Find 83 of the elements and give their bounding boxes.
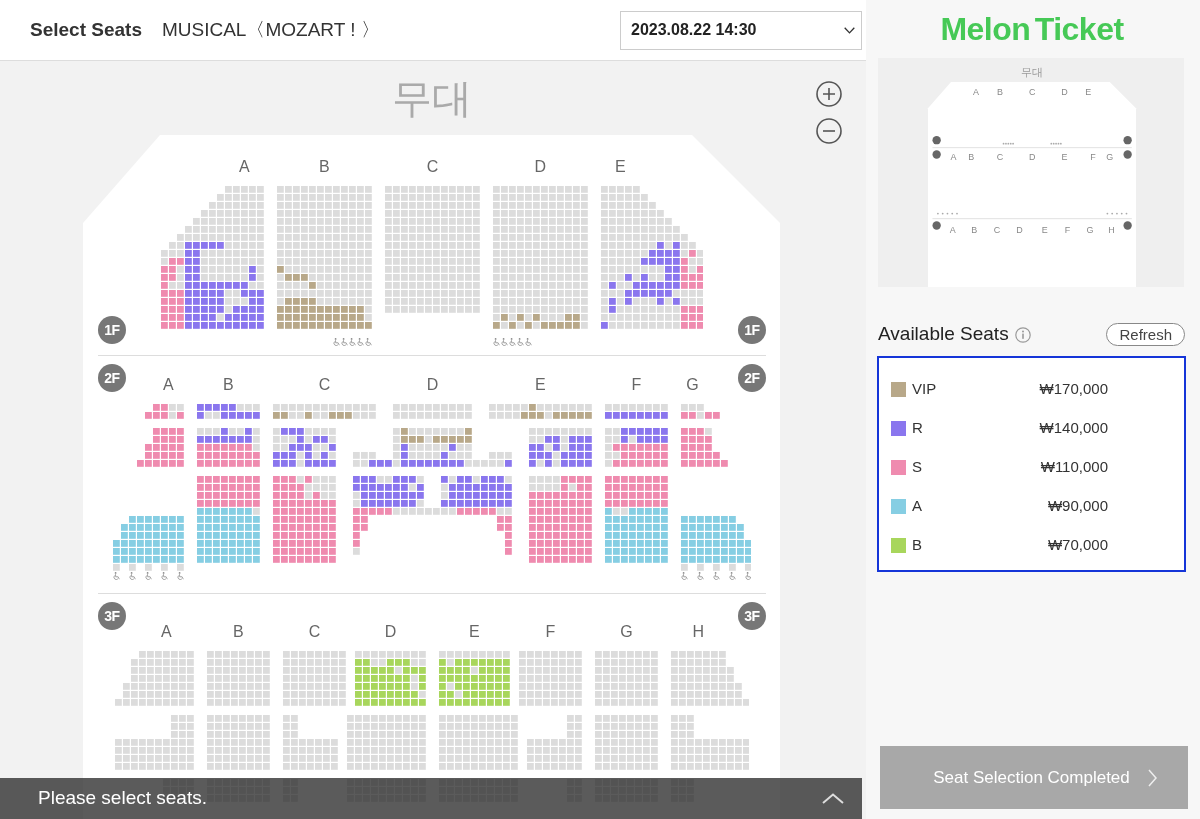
section-label: H [692,623,704,641]
logo: Melon Ticket [940,13,1124,45]
mini-map-label: B [996,86,1003,97]
section-label: B [232,623,244,641]
section-label: F [631,376,641,394]
section-label: E [468,623,480,641]
mini-map-label: A [973,86,980,97]
section-label: C [318,376,330,394]
mini-map-label: G [1086,225,1094,236]
wheelchair-icon [681,572,688,580]
mini-map-label: B [971,225,978,236]
floor-badge: 2F [98,364,126,392]
mini-map-label: F [1064,225,1071,236]
mini-map-label: A [949,225,956,236]
wheelchair-icon [145,572,152,580]
section-label: E [534,376,546,394]
page-title: Select Seats [30,17,142,42]
mini-map-label: C [993,225,1001,236]
performance-title: MUSICAL〈MOZART ! 〉 [161,17,380,42]
wheelchair-icon [713,572,720,580]
wheelchair-icon [129,572,136,580]
date-dropdown[interactable]: 2023.08.22 14:30 [620,10,862,50]
section-label: B [222,376,234,394]
seat-map[interactable]: A B C D E [160,156,704,346]
wheelchair-icon [729,572,736,580]
mini-map[interactable]: 무대 A B C D E A B C D E F G A B C D E F G H [878,58,1184,287]
wheelchair-icon [745,572,752,580]
wheelchair-icon [161,572,168,580]
grade-price: ₩90,000 [1047,496,1108,517]
grade-price: ₩140,000 [1039,418,1108,439]
status-message: Please select seats. [38,786,207,811]
section-label: G [619,623,633,641]
grade-name: VIP [912,379,937,400]
section-label: C [308,623,320,641]
mini-map-label: E [1041,225,1048,236]
chevron-up-icon[interactable] [822,793,844,804]
info-icon[interactable] [1014,326,1031,343]
section-label: G [685,376,699,394]
section-label: C [426,158,438,176]
grade-name: S [912,457,922,478]
section-label: B [318,158,330,176]
grade-name: R [912,418,923,439]
wheelchair-icon [113,572,120,580]
floor-badge: 2F [738,364,766,392]
zoom-in-icon[interactable] [816,81,842,107]
stage-label: 무대 [391,78,472,118]
mini-map-label: C [996,151,1004,162]
floor-badge: 1F [738,316,766,344]
grade-price: ₩110,000 [1040,457,1108,478]
section-title: Available Seats [878,322,1009,347]
floor-badge: 3F [98,602,126,630]
wheelchair-icon [697,572,704,580]
mini-map-label: D [1016,225,1023,236]
caret-icon [844,26,855,34]
section-label: E [614,158,626,176]
section-label: D [534,158,546,176]
grade-price: ₩170,000 [1039,379,1108,400]
section-label: A [162,376,174,394]
wheelchair-icon [177,572,184,580]
section-label: A [238,158,250,176]
mini-map-label: A [950,151,957,162]
section-label: F [545,623,555,641]
section-label: A [160,623,172,641]
mini-map-label: D [1061,86,1068,97]
section-label: D [426,376,438,394]
mini-map-label: D [1028,151,1036,162]
chevron-right-icon [1147,768,1157,787]
mini-map-label: C [1028,86,1036,97]
mini-map-label: E [1061,151,1068,162]
section-label: D [384,623,396,641]
mini-map-stage-label: 무대 [1021,66,1043,78]
mini-map-label: F [1090,151,1096,162]
grade-price: ₩70,000 [1047,535,1108,556]
grade-name: A [912,496,922,517]
grade-name: B [912,535,922,556]
floor-badge: 1F [98,316,126,344]
zoom-out-icon[interactable] [816,118,842,144]
mini-map-label: B [968,151,975,162]
mini-map-label: E [1085,86,1092,97]
floor-badge: 3F [738,602,766,630]
refresh-button[interactable]: Refresh [1106,322,1185,347]
mini-map-label: G [1106,151,1114,162]
mini-map-label: H [1108,225,1115,236]
